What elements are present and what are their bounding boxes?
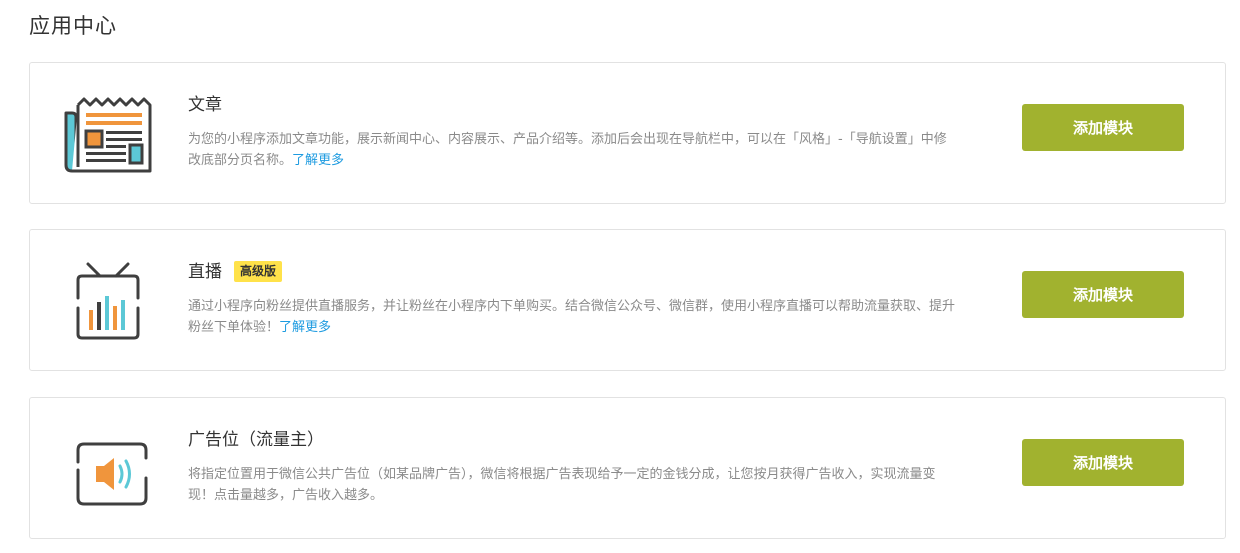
module-description-text: 将指定位置用于微信公共广告位（如某品牌广告），微信将根据广告表现给予一定的金钱分…	[188, 467, 936, 503]
module-title: 直播 高级版	[188, 260, 283, 284]
module-title-text: 文章	[188, 95, 222, 115]
module-description: 将指定位置用于微信公共广告位（如某品牌广告），微信将根据广告表现给予一定的金钱分…	[188, 464, 958, 506]
add-module-button[interactable]: 添加模块	[1022, 104, 1184, 151]
learn-more-link[interactable]: 了解更多	[292, 153, 344, 168]
newspaper-icon	[60, 93, 156, 175]
module-title: 文章	[188, 93, 222, 117]
module-title-text: 直播	[188, 262, 222, 282]
add-module-button[interactable]: 添加模块	[1022, 271, 1184, 318]
speaker-screen-icon	[60, 428, 156, 510]
module-card-article: 文章 为您的小程序添加文章功能，展示新闻中心、内容展示、产品介绍等。添加后会出现…	[29, 62, 1226, 204]
module-title-text: 广告位（流量主）	[188, 430, 324, 450]
module-description: 为您的小程序添加文章功能，展示新闻中心、内容展示、产品介绍等。添加后会出现在导航…	[188, 129, 958, 171]
premium-badge: 高级版	[234, 261, 283, 282]
module-card-live: 直播 高级版 通过小程序向粉丝提供直播服务，并让粉丝在小程序内下单购买。结合微信公…	[29, 229, 1226, 371]
module-title: 广告位（流量主）	[188, 428, 324, 452]
tv-live-icon	[60, 260, 156, 342]
page-title: 应用中心	[29, 14, 117, 38]
learn-more-link[interactable]: 了解更多	[279, 320, 331, 335]
module-description: 通过小程序向粉丝提供直播服务，并让粉丝在小程序内下单购买。结合微信公众号、微信群…	[188, 296, 958, 338]
module-card-ad: 广告位（流量主） 将指定位置用于微信公共广告位（如某品牌广告），微信将根据广告表…	[29, 397, 1226, 539]
add-module-button[interactable]: 添加模块	[1022, 439, 1184, 486]
